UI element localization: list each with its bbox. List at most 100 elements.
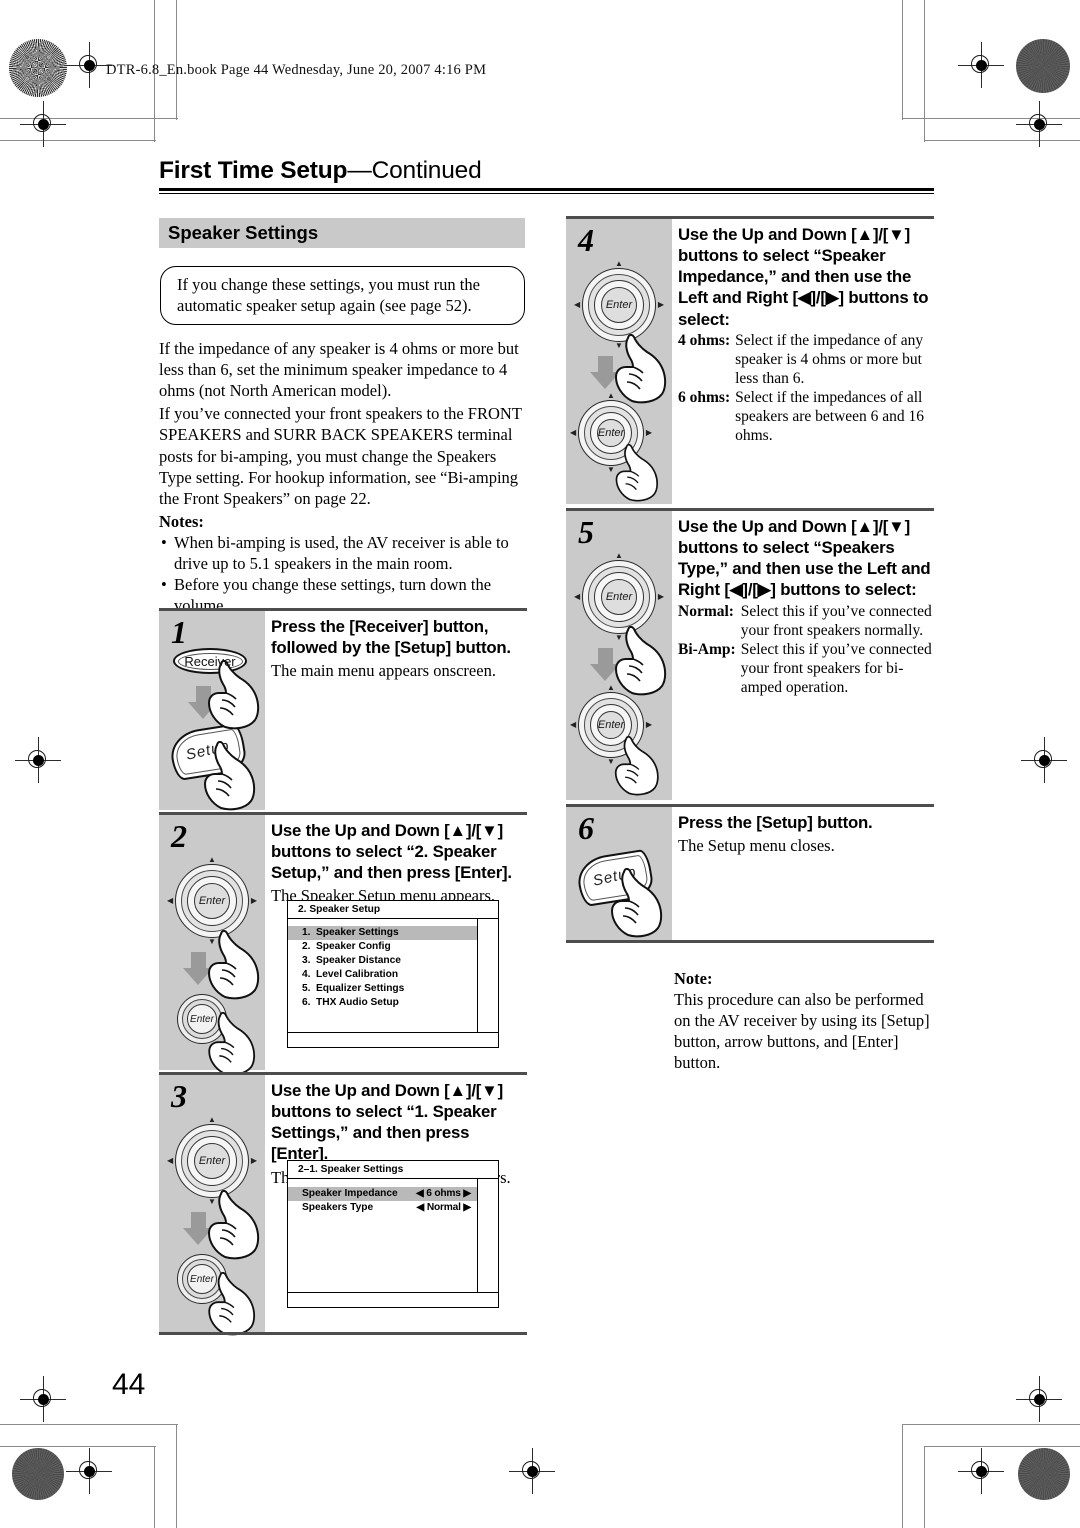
- definition-row: Normal: Select this if you’ve connected …: [678, 602, 934, 640]
- osd-item-label: THX Audio Setup: [316, 996, 399, 1008]
- osd-settings-list: Speaker Impedance ◀ 6 ohms ▶ Speakers Ty…: [288, 1179, 478, 1292]
- osd-side-panel: [478, 919, 498, 1032]
- osd-footer-bar: [288, 1292, 498, 1309]
- osd-speaker-setup-screen: 2. Speaker Setup 1. Speaker Settings 2. Sp…: [287, 900, 499, 1048]
- step-4-definitions: 4 ohms: Select if the impedance of any s…: [678, 331, 934, 445]
- wheel-up-icon[interactable]: ▲: [615, 260, 623, 268]
- osd-item-label: Speaker Distance: [316, 954, 401, 966]
- notes-list: When bi-amping is used, the AV receiver …: [159, 532, 527, 616]
- osd-title: 2–1. Speaker Settings: [288, 1161, 498, 1179]
- osd-left-arrow-icon[interactable]: ◀: [417, 1202, 425, 1213]
- osd-item-index: 1.: [302, 927, 311, 938]
- step-5-definitions: Normal: Select this if you’ve connected …: [678, 602, 934, 697]
- wheel-left-icon[interactable]: ◀: [167, 897, 173, 905]
- osd-setting-row[interactable]: Speaker Impedance ◀ 6 ohms ▶: [288, 1187, 477, 1202]
- osd-menu-item[interactable]: 1. Speaker Settings: [288, 926, 477, 940]
- osd-item-label: Level Calibration: [316, 968, 399, 980]
- step-5-body: Use the Up and Down [▲]/[▼] buttons to s…: [678, 516, 934, 697]
- remote-navigation-wheel[interactable]: Enter ▲ ▼ ◀ ▶: [574, 260, 664, 350]
- osd-menu-item[interactable]: 2. Speaker Config: [288, 940, 477, 954]
- step-divider: [566, 940, 934, 943]
- osd-menu-item[interactable]: 3. Speaker Distance: [288, 954, 477, 968]
- osd-item-index: 3.: [302, 954, 311, 966]
- wheel-left-icon[interactable]: ◀: [570, 721, 576, 729]
- osd-setting-value: 6 ohms: [426, 1188, 461, 1199]
- final-note-block: Note: This procedure can also be perform…: [674, 968, 936, 1074]
- pointing-hand-icon: [610, 868, 666, 938]
- osd-setting-row[interactable]: Speakers Type ◀ Normal ▶: [288, 1201, 477, 1215]
- wheel-up-icon[interactable]: ▲: [208, 1116, 216, 1124]
- step-2-heading: Use the Up and Down [▲]/[▼] buttons to s…: [271, 821, 512, 883]
- wheel-left-icon[interactable]: ◀: [574, 593, 580, 601]
- step-2: 2 Enter ▲ ▼ ◀ ▶ Enter Use the Up and Dow…: [159, 812, 527, 1076]
- wheel-up-icon[interactable]: ▲: [615, 552, 623, 560]
- pointing-hand-icon: [614, 626, 670, 696]
- osd-item-label: Equalizer Settings: [316, 982, 405, 994]
- pointing-hand-icon: [203, 741, 259, 811]
- definition-term: 4 ohms:: [678, 331, 731, 349]
- osd-title: 2. Speaker Setup: [288, 901, 498, 919]
- page-number: 44: [112, 1368, 146, 1401]
- step-1-subtext: The main menu appears onscreen.: [271, 661, 496, 681]
- step-4: 4 Enter ▲ ▼ ◀ ▶ Enter ▲ ▼ ◀ ▶ Use the Up…: [566, 216, 934, 504]
- step-4-heading: Use the Up and Down [▲]/[▼] buttons to s…: [678, 225, 929, 329]
- osd-item-label: Speaker Settings: [316, 927, 399, 938]
- definition-description: Select this if you’ve connected your fro…: [740, 640, 932, 696]
- osd-right-arrow-icon[interactable]: ▶: [463, 1188, 471, 1199]
- wheel-up-icon[interactable]: ▲: [208, 856, 216, 864]
- wheel-right-icon[interactable]: ▶: [646, 721, 652, 729]
- definition-term: Normal:: [678, 602, 734, 620]
- wheel-left-icon[interactable]: ◀: [574, 301, 580, 309]
- osd-right-arrow-icon[interactable]: ▶: [463, 1202, 471, 1213]
- osd-menu-item[interactable]: 6. THX Audio Setup: [288, 996, 477, 1010]
- step-number: 6: [578, 810, 594, 846]
- pointing-hand-icon: [610, 444, 666, 502]
- section-heading: Speaker Settings: [159, 218, 525, 248]
- step-divider: [159, 1332, 527, 1335]
- callout-box: If you change these settings, you must r…: [160, 266, 525, 326]
- wheel-left-icon[interactable]: ◀: [570, 429, 576, 437]
- definition-description: Select this if you’ve connected your fro…: [740, 602, 932, 639]
- list-item: When bi-amping is used, the AV receiver …: [159, 532, 527, 574]
- wheel-right-icon[interactable]: ▶: [646, 429, 652, 437]
- wheel-right-icon[interactable]: ▶: [251, 1157, 257, 1165]
- osd-left-arrow-icon[interactable]: ◀: [416, 1188, 424, 1199]
- osd-item-index: 4.: [302, 968, 311, 980]
- pointing-hand-icon: [207, 1190, 263, 1260]
- step-3: 3 Enter ▲ ▼ ◀ ▶ Enter Use the Up and Dow…: [159, 1072, 527, 1336]
- step-1-heading: Press the [Receiver] button, followed by…: [271, 617, 511, 658]
- wheel-enter-label: Enter: [605, 591, 633, 603]
- osd-menu-list: 1. Speaker Settings 2. Speaker Config 3. Sp…: [288, 919, 478, 1032]
- wheel-left-icon[interactable]: ◀: [167, 1157, 173, 1165]
- wheel-enter-label: Enter: [198, 895, 226, 907]
- osd-setting-value: Normal: [426, 1202, 461, 1214]
- step-4-body: Use the Up and Down [▲]/[▼] buttons to s…: [678, 224, 934, 445]
- final-note-text: This procedure can also be performed on …: [674, 990, 930, 1073]
- osd-item-index: 5.: [302, 982, 311, 994]
- osd-footer-bar: [288, 1032, 498, 1049]
- wheel-right-icon[interactable]: ▶: [658, 593, 664, 601]
- wheel-enter-label: Enter: [605, 299, 633, 311]
- wheel-right-icon[interactable]: ▶: [658, 301, 664, 309]
- page-title-main: First Time Setup: [159, 157, 348, 184]
- step-5: 5 Enter ▲ ▼ ◀ ▶ Enter ▲ ▼ ◀ ▶ Use the Up…: [566, 508, 934, 800]
- step-6-heading: Press the [Setup] button.: [678, 813, 873, 832]
- intro-paragraph-1: If the impedance of any speaker is 4 ohm…: [159, 339, 519, 401]
- osd-menu-item[interactable]: 4. Level Calibration: [288, 968, 477, 982]
- step-number: 1: [171, 614, 187, 650]
- osd-item-index: 2.: [302, 940, 311, 952]
- remote-navigation-wheel[interactable]: Enter ▲ ▼ ◀ ▶: [574, 552, 664, 642]
- osd-menu-item[interactable]: 5. Equalizer Settings: [288, 982, 477, 996]
- osd-setting-value-group: ◀ Normal ▶: [417, 1201, 472, 1215]
- page-title-continued: —Continued: [347, 157, 482, 184]
- wheel-enter-label: Enter: [597, 427, 625, 439]
- notes-label: Notes:: [159, 511, 204, 531]
- osd-item-label: Speaker Config: [316, 940, 391, 952]
- remote-navigation-wheel[interactable]: Enter ▲ ▼ ◀ ▶: [167, 1116, 257, 1206]
- wheel-right-icon[interactable]: ▶: [251, 897, 257, 905]
- file-slug-header: DTR-6.8_En.book Page 44 Wednesday, June …: [106, 62, 487, 78]
- osd-setting-value-group: ◀ 6 ohms ▶: [416, 1187, 471, 1201]
- remote-navigation-wheel[interactable]: Enter ▲ ▼ ◀ ▶: [167, 856, 257, 946]
- wheel-enter-label: Enter: [597, 719, 625, 731]
- step-1: 1 Receiver Setup Press the [Receiver] bu…: [159, 608, 527, 811]
